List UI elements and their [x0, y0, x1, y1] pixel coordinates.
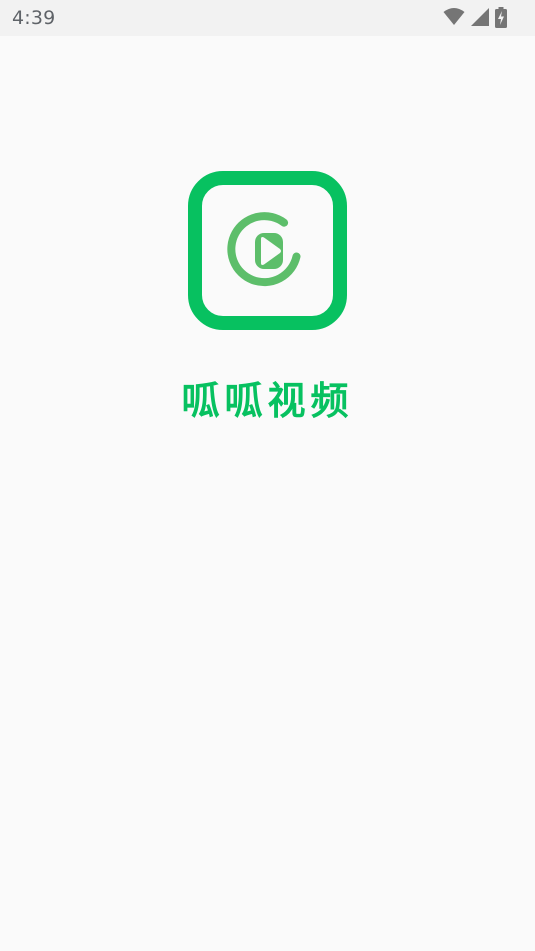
play-circle-icon: [227, 212, 301, 287]
app-logo-frame: [188, 171, 347, 330]
battery-charging-icon: [495, 7, 507, 28]
app-name: 呱呱视频: [181, 379, 354, 423]
status-bar: 4:39: [0, 0, 535, 36]
cellular-signal-icon: [471, 8, 489, 26]
app-logo: [188, 171, 347, 330]
status-time: 4:39: [12, 7, 56, 29]
wifi-icon: [443, 8, 465, 25]
